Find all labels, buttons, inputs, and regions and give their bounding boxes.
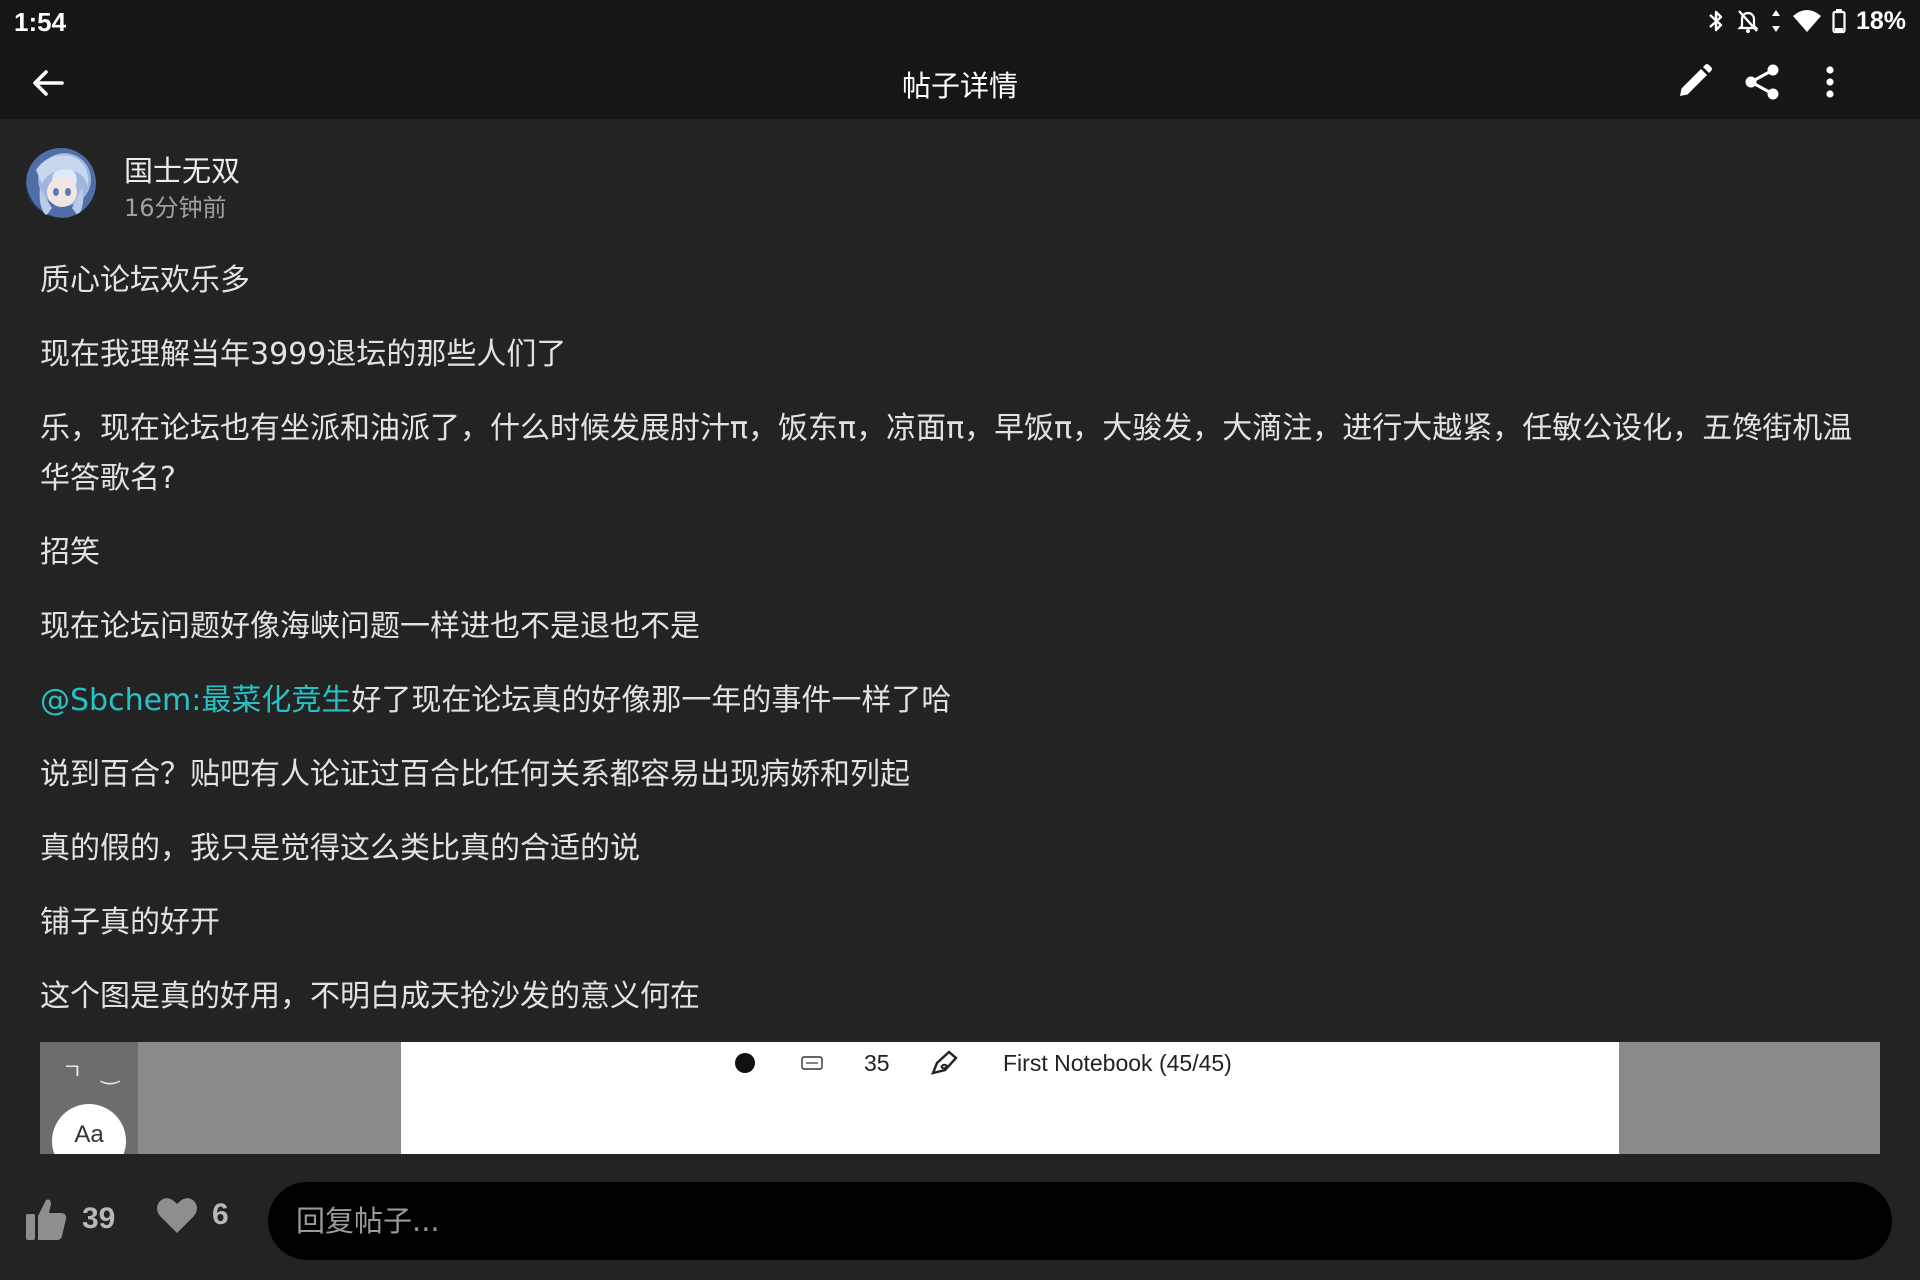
post-paragraph: 说到百合？贴吧有人论证过百合比任何关系都容易出现病娇和列起: [40, 757, 910, 792]
more-vert-icon[interactable]: [1808, 60, 1852, 104]
battery-icon: [1832, 9, 1846, 34]
notebook-title: First Notebook (45/45): [1003, 1049, 1232, 1076]
post-paragraph: 招笑: [40, 535, 100, 570]
mention-paragraph: @Sbchem:最菜化竞生好了现在论坛真的好像那一年的事件一样了哈: [40, 676, 1880, 726]
image-aa-button: Aa: [52, 1104, 126, 1154]
pen-dot-icon: [735, 1048, 755, 1078]
like-button[interactable]: 39: [24, 1196, 115, 1242]
bottom-bar: 39 6: [0, 1160, 1920, 1280]
post-paragraph: 现在论坛问题好像海峡问题一样进也不是退也不是: [40, 609, 700, 644]
post-paragraph: 这个图是真的好用，不明白成天抢沙发的意义何在: [40, 979, 700, 1014]
notifications-off-icon: [1737, 10, 1759, 33]
image-notebook-page: 35 First Notebook (45/45): [401, 1042, 1619, 1154]
avatar[interactable]: [26, 148, 96, 218]
author-name[interactable]: 国士无双: [124, 148, 240, 190]
status-icons: 18%: [1706, 6, 1906, 36]
edit-icon[interactable]: [1672, 60, 1716, 104]
post-content: 质心论坛欢乐多 现在我理解当年3999退坛的那些人们了 乐，现在论坛也有坐派和油…: [40, 256, 1880, 1046]
status-bar: 1:54 18%: [0, 0, 1920, 43]
share-icon[interactable]: [1740, 60, 1784, 104]
keyboard-icon: [801, 1048, 823, 1078]
reply-input[interactable]: [296, 1182, 1856, 1260]
post-paragraph: 现在我理解当年3999退坛的那些人们了: [40, 337, 567, 372]
image-left-strip: ㄱ ‿ Aa: [40, 1042, 138, 1154]
wifi-icon: [1792, 10, 1821, 32]
page-title: 帖子详情: [901, 69, 1018, 103]
status-time: 1:54: [14, 7, 67, 37]
image-counter: 35: [864, 1049, 890, 1076]
heart-icon: [157, 1198, 197, 1233]
lasso-pen-icon: [929, 1048, 961, 1078]
thumb-up-icon: [26, 1199, 67, 1240]
bluetooth-icon: [1709, 10, 1723, 32]
favorite-count: 6: [212, 1198, 229, 1231]
post-paragraph: 乐，现在论坛也有坐派和油派了，什么时候发展肘汁π，饭东π，凉面π，早饭π，大骏发…: [40, 411, 1853, 496]
favorite-button[interactable]: 6: [156, 1196, 229, 1234]
data-icon: [1771, 10, 1780, 32]
reply-box[interactable]: [268, 1182, 1892, 1260]
post-image[interactable]: ㄱ ‿ Aa 35 First Notebook (45/45): [40, 1042, 1880, 1154]
like-count: 39: [82, 1202, 116, 1235]
app-bar: 帖子详情: [0, 43, 1920, 119]
mention-paragraph-text: 好了现在论坛真的好像那一年的事件一样了哈: [351, 683, 952, 718]
battery-percent: 18%: [1855, 6, 1906, 35]
image-marks: ㄱ ‿: [62, 1060, 125, 1085]
user-mention-link[interactable]: @Sbchem:最菜化竞生: [40, 683, 351, 718]
post-paragraph: 铺子真的好开: [40, 905, 220, 940]
post-timestamp: 16分钟前: [124, 194, 227, 222]
post-paragraph: 真的假的，我只是觉得这么类比真的合适的说: [40, 831, 640, 866]
post-paragraph: 质心论坛欢乐多: [40, 263, 250, 298]
